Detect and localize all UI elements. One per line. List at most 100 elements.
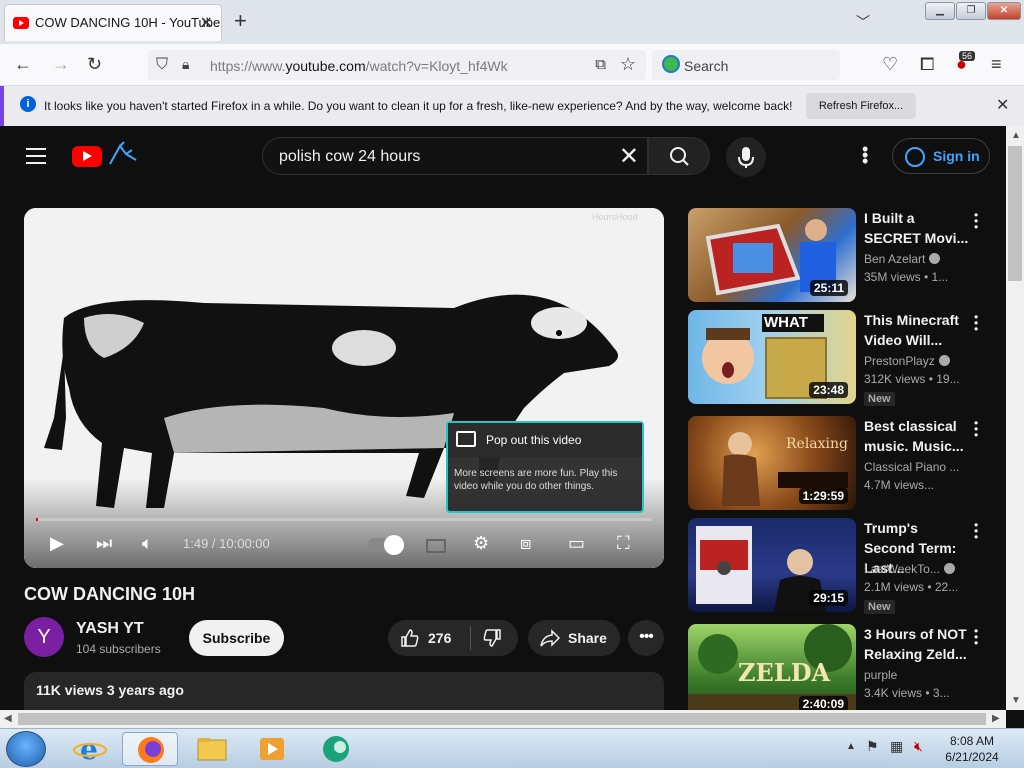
recommendation-item[interactable]: 25:11 I Built a SECRET Movi... Ben Azela… — [688, 208, 1000, 304]
recommendation-thumbnail[interactable]: 25:11 — [688, 208, 856, 302]
vertical-scrollbar[interactable]: ▲ ▼ — [1006, 126, 1024, 710]
recommendation-item[interactable]: 29:15 Trump's Second Term: Last... LastW… — [688, 518, 1000, 614]
recommendation-title[interactable]: Best classical music. Music... — [864, 416, 972, 456]
voice-search-button[interactable] — [726, 137, 766, 177]
pop-out-tooltip[interactable]: Pop out this video More screens are more… — [446, 421, 644, 513]
clock-time: 8:08 AM — [949, 734, 995, 748]
guide-menu-icon[interactable] — [26, 148, 46, 164]
addon-badge: 56 — [959, 51, 976, 61]
tab-active[interactable]: COW DANCING 10H - YouTube ✕ — [4, 4, 222, 41]
recommendation-menu-icon[interactable]: • • • — [974, 625, 978, 649]
subtitles-icon[interactable] — [426, 539, 446, 553]
play-icon[interactable]: ▶ — [50, 532, 64, 554]
like-divider — [470, 626, 471, 650]
progress-bar[interactable] — [36, 518, 652, 521]
horizontal-scroll-thumb[interactable] — [18, 713, 986, 725]
miniplayer-icon[interactable]: ⧈ — [520, 532, 531, 554]
tracking-shield-icon[interactable]: ⛉ — [156, 56, 168, 74]
vertical-scroll-thumb[interactable] — [1008, 146, 1022, 281]
share-label: Share — [568, 630, 607, 646]
recommendation-title[interactable]: This Minecraft Video Will... — [864, 310, 972, 350]
window-minimize-button[interactable]: ▁ — [925, 2, 955, 20]
app-taskbar-icon[interactable] — [308, 732, 364, 766]
scroll-up-arrow-icon[interactable]: ▲ — [1011, 130, 1021, 141]
tab-close-icon[interactable]: ✕ — [200, 13, 213, 33]
recommendation-title[interactable]: 3 Hours of NOT Relaxing Zeld... — [864, 624, 972, 664]
horizontal-scrollbar[interactable]: ◀ ▶ — [0, 710, 1006, 728]
recommendation-thumbnail[interactable]: WHAT 23:48 — [688, 310, 856, 404]
show-hidden-icons-icon[interactable]: ▲ — [846, 741, 856, 752]
theater-mode-icon[interactable]: ▭ — [568, 532, 585, 554]
picture-in-picture-icon[interactable]: ⧉ — [595, 56, 606, 73]
bookmark-star-icon[interactable]: ☆ — [620, 54, 636, 75]
recommendation-menu-icon[interactable]: • • • — [974, 417, 978, 441]
search-button[interactable] — [648, 137, 710, 175]
window-maximize-button[interactable]: ❐ — [956, 2, 986, 20]
refresh-firefox-button[interactable]: Refresh Firefox... — [806, 93, 916, 119]
channel-name[interactable]: YASH YT — [76, 620, 144, 638]
recommendation-thumbnail[interactable]: 29:15 — [688, 518, 856, 612]
scroll-left-arrow-icon[interactable]: ◀ — [4, 713, 12, 724]
like-count[interactable]: 276 — [428, 630, 451, 646]
volume-muted-icon[interactable]: 🔇︎ — [914, 738, 923, 755]
recommendation-menu-icon[interactable]: • • • — [974, 311, 978, 335]
autoplay-toggle[interactable] — [368, 535, 404, 555]
recommendation-thumbnail[interactable]: ZELDA 2:40:09 — [688, 624, 856, 710]
sign-in-button[interactable]: Sign in — [892, 138, 990, 174]
url-text[interactable]: https://www.youtube.com/watch?v=Kloyt_hf… — [210, 58, 508, 74]
recommendation-views: 312K views • 19... — [864, 372, 960, 386]
fullscreen-icon[interactable]: ⛶ — [617, 532, 630, 554]
like-dislike-group: 276 — [388, 620, 518, 656]
like-thumb-icon[interactable] — [400, 628, 420, 648]
subscribe-button[interactable]: Subscribe — [189, 620, 284, 656]
recommendation-item[interactable]: ZELDA 2:40:09 3 Hours of NOT Relaxing Ze… — [688, 624, 1000, 710]
duration-badge: 2:40:09 — [798, 696, 848, 710]
youtube-search-input[interactable]: polish cow 24 hours ✕ — [262, 137, 648, 175]
settings-gear-icon[interactable]: ⚙ — [473, 532, 489, 554]
window-close-button[interactable]: ✕ — [987, 2, 1021, 20]
app-menu-icon[interactable]: ≡ — [991, 54, 1002, 74]
clear-search-icon[interactable]: ✕ — [619, 142, 639, 171]
recommendation-title[interactable]: I Built a SECRET Movi... — [864, 208, 972, 248]
taskbar-clock[interactable]: 8:08 AM 6/21/2024 — [940, 733, 1004, 765]
url-bar[interactable]: ⛉ 🔒︎ https://www.youtube.com/watch?v=Klo… — [148, 50, 646, 80]
pop-out-header[interactable]: Pop out this video — [448, 423, 642, 457]
more-actions-icon[interactable]: ••• — [628, 620, 664, 656]
recommendation-thumbnail[interactable]: Relaxing 1:29:59 — [688, 416, 856, 510]
scroll-right-arrow-icon[interactable]: ▶ — [992, 713, 1000, 724]
file-explorer-icon[interactable] — [184, 732, 240, 766]
reload-icon[interactable]: ↻ — [87, 54, 102, 74]
back-arrow-icon[interactable]: ← — [14, 54, 32, 74]
recommendation-item[interactable]: Relaxing 1:29:59 Best classical music. M… — [688, 416, 1000, 512]
network-icon[interactable]: ▦ — [890, 738, 903, 755]
list-all-tabs-chevron-icon[interactable]: ﹀ — [856, 12, 870, 32]
dislike-thumb-icon[interactable] — [482, 628, 502, 648]
video-player[interactable]: HoursHood ▶ ⏭︎ 🔈︎ 1:49 / 10:00:00 ⚙ ⧈ ▭ … — [24, 208, 664, 568]
forward-arrow-icon[interactable]: → — [52, 54, 70, 74]
lock-icon[interactable]: 🔒︎ — [182, 56, 189, 73]
pocket-icon[interactable]: ♡ — [882, 54, 898, 74]
volume-icon[interactable]: 🔈︎ — [142, 532, 153, 554]
tab-title: COW DANCING 10H - YouTube — [35, 15, 221, 30]
share-button[interactable]: Share — [528, 620, 620, 656]
browser-search-bar[interactable]: Search — [652, 50, 840, 80]
action-center-flag-icon[interactable]: ⚑ — [866, 738, 879, 755]
media-player-icon[interactable] — [244, 732, 300, 766]
scroll-down-arrow-icon[interactable]: ▼ — [1011, 695, 1021, 706]
recommendation-menu-icon[interactable]: • • • — [974, 209, 978, 233]
share-arrow-icon — [540, 629, 560, 647]
settings-kebab-icon[interactable]: • • • — [862, 140, 868, 170]
description-box[interactable]: 11K views 3 years ago — [24, 672, 664, 710]
recommendation-menu-icon[interactable]: • • • — [974, 519, 978, 543]
firefox-taskbar-icon[interactable] — [122, 732, 178, 766]
extensions-puzzle-icon[interactable]: ⧠ — [920, 54, 934, 74]
channel-avatar[interactable]: Y — [24, 617, 64, 657]
youtube-logo-icon[interactable] — [72, 146, 102, 167]
start-button[interactable] — [6, 731, 46, 767]
new-tab-button[interactable]: + — [234, 10, 247, 32]
youtube-doodle-icon[interactable] — [106, 140, 140, 168]
internet-explorer-icon[interactable]: e — [62, 732, 118, 766]
next-video-icon[interactable]: ⏭︎ — [96, 532, 112, 554]
notification-close-icon[interactable]: ✕ — [996, 95, 1009, 115]
recommendation-item[interactable]: WHAT 23:48 This Minecraft Video Will... … — [688, 310, 1000, 406]
